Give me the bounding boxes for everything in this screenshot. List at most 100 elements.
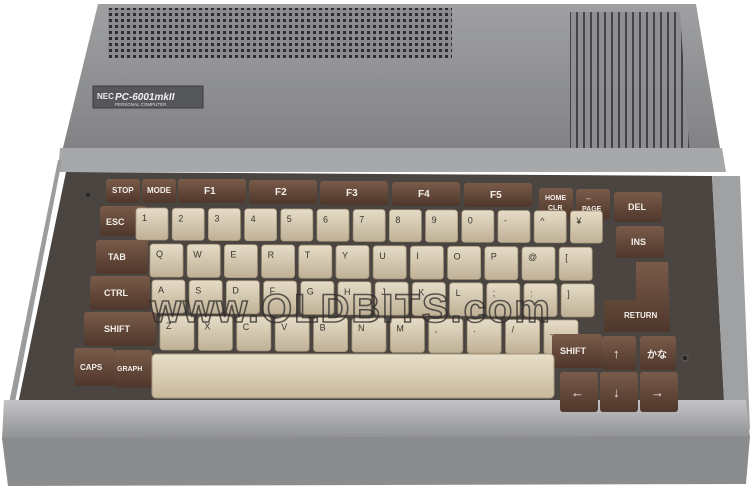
keycap <box>316 208 350 242</box>
key-row1-6[interactable]: 7 <box>352 209 386 242</box>
key-legend: Q <box>156 249 163 259</box>
key-row2-3[interactable]: R <box>261 244 296 279</box>
key-kana-label: かな <box>647 349 667 361</box>
keycap <box>425 209 459 243</box>
keycap <box>461 209 495 243</box>
key-row3-11[interactable]: ] <box>560 283 595 318</box>
key-mode[interactable]: MODE <box>142 179 176 203</box>
key-caps[interactable]: CAPS <box>74 348 114 386</box>
keycap <box>558 246 593 281</box>
key-caps-label: CAPS <box>80 363 103 372</box>
keycap <box>533 210 567 244</box>
keycap <box>447 245 482 280</box>
key-f4[interactable]: F4 <box>392 182 460 206</box>
key-f5[interactable]: F5 <box>464 183 532 207</box>
key-space[interactable] <box>151 353 555 399</box>
keycap <box>261 244 296 279</box>
key-row2-5[interactable]: Y <box>335 245 370 279</box>
key-legend: E <box>230 250 236 260</box>
key-row1-5[interactable]: 6 <box>316 208 350 242</box>
key-row2-7[interactable]: I <box>409 245 444 280</box>
key-arrow-down[interactable]: ↓ <box>600 372 638 412</box>
key-kana[interactable]: かな <box>640 336 676 370</box>
key-row2-4[interactable]: T <box>298 244 333 279</box>
key-legend: T <box>305 250 311 260</box>
key-row1-3[interactable]: 4 <box>244 208 278 242</box>
key-arrow-right[interactable]: → <box>640 372 678 412</box>
key-row2-0[interactable]: Q <box>149 243 184 278</box>
key-legend: ] <box>567 289 570 299</box>
key-shift-right-label: SHIFT <box>560 346 587 356</box>
key-legend: Y <box>342 251 348 261</box>
key-row1-10[interactable]: - <box>497 210 531 243</box>
key-row1-12[interactable]: ¥ <box>570 210 603 244</box>
keycap <box>388 209 422 243</box>
key-row1-7[interactable]: 8 <box>388 209 422 243</box>
key-legend: @ <box>528 252 537 262</box>
keycap <box>497 210 531 243</box>
key-row2-11[interactable]: [ <box>558 246 593 281</box>
key-row1-11[interactable]: ^ <box>533 210 567 244</box>
key-del[interactable]: DEL <box>614 192 662 222</box>
key-row1-0[interactable]: 1 <box>135 207 169 241</box>
keycap <box>335 245 370 279</box>
key-row1-1[interactable]: 2 <box>171 207 205 241</box>
key-row2-8[interactable]: O <box>447 245 482 280</box>
keycap <box>352 209 386 242</box>
keycap <box>149 243 184 278</box>
key-stop[interactable]: STOP <box>106 179 140 203</box>
key-ins-label: INS <box>631 237 646 247</box>
key-legend: I <box>416 251 419 261</box>
key-shift-right[interactable]: SHIFT <box>552 334 602 368</box>
key-legend: 5 <box>287 214 292 224</box>
key-ins[interactable]: INS <box>616 226 664 258</box>
key-esc-label: ESC <box>106 217 125 227</box>
key-graph-label: GRAPH <box>117 366 142 373</box>
key-arrow-up[interactable]: ↑ <box>602 336 636 370</box>
arrow-right-icon: → <box>651 385 664 400</box>
key-row2-1[interactable]: W <box>186 243 221 278</box>
key-legend: 7 <box>359 215 364 225</box>
arrow-up-icon: ↑ <box>613 346 620 361</box>
key-shift-left[interactable]: SHIFT <box>84 312 156 346</box>
brand-subtitle: PERSONAL COMPUTER <box>115 102 167 107</box>
key-f1[interactable]: F1 <box>178 179 246 203</box>
key-legend: O <box>454 251 461 261</box>
key-f3-label: F3 <box>346 188 358 199</box>
key-row2-2[interactable]: E <box>223 244 258 279</box>
key-row2-6[interactable]: U <box>372 245 407 280</box>
keycap <box>207 208 241 241</box>
key-mode-label: MODE <box>147 186 172 195</box>
key-return-label: RETURN <box>624 311 658 320</box>
keycap <box>244 208 278 242</box>
key-arrow-left[interactable]: ← <box>560 372 598 412</box>
key-row1-8[interactable]: 9 <box>425 209 459 243</box>
keycap <box>280 208 314 242</box>
brand-badge: NEC PC-6001mkII PERSONAL COMPUTER <box>92 85 204 109</box>
key-f5-label: F5 <box>490 190 502 201</box>
key-graph[interactable]: GRAPH <box>114 350 152 388</box>
key-row1-2[interactable]: 3 <box>207 208 241 241</box>
keycap <box>372 245 407 280</box>
key-row2-10[interactable]: @ <box>521 246 556 281</box>
power-indicator <box>86 193 90 197</box>
watermark-text: www.OLDBITS.com <box>149 287 552 331</box>
key-legend: W <box>193 249 202 259</box>
keycap <box>570 210 603 244</box>
key-f2[interactable]: F2 <box>249 180 317 204</box>
key-tab[interactable]: TAB <box>96 240 148 274</box>
key-f3[interactable]: F3 <box>320 181 388 205</box>
keycap <box>171 207 205 241</box>
key-page-arrow-icon: ↔ <box>585 195 592 202</box>
key-f2-label: F2 <box>275 187 287 198</box>
key-legend: 9 <box>432 215 437 225</box>
keycap <box>560 283 595 318</box>
key-row2-9[interactable]: P <box>484 246 519 281</box>
key-ctrl[interactable]: CTRL <box>90 276 150 310</box>
key-ctrl-label: CTRL <box>104 288 128 298</box>
key-row1-4[interactable]: 5 <box>280 208 314 242</box>
speaker-grille <box>108 8 452 58</box>
key-stop-label: STOP <box>112 186 134 195</box>
key-shift-left-label: SHIFT <box>104 324 131 334</box>
key-row1-9[interactable]: 0 <box>461 209 495 243</box>
